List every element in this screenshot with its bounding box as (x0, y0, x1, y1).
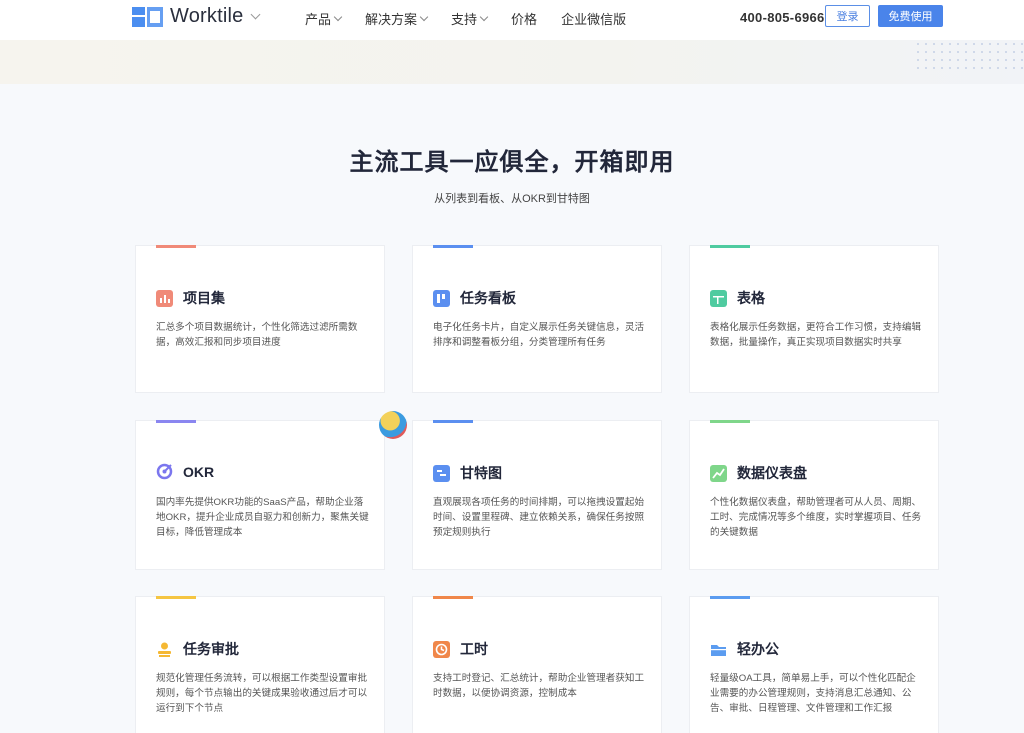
card-accent-bar (156, 420, 196, 423)
nav-item-label: 价格 (511, 12, 538, 27)
card-accent-bar (156, 245, 196, 248)
card-description: 国内率先提供OKR功能的SaaS产品，帮助企业落地OKR，提升企业成员自驱力和创… (156, 497, 369, 538)
card-accent-bar (710, 245, 750, 248)
feature-card-light-office[interactable]: 轻办公 轻量级OA工具，简单易上手，可以个性化匹配企业需要的办公管理规则，支持消… (689, 596, 939, 733)
section-title: 主流工具一应俱全，开箱即用 (349, 149, 675, 176)
nav-item-label: 支持 (451, 12, 478, 27)
card-description: 电子化任务卡片，自定义展示任务关键信息，灵活排序和调整看板分组，分类管理所有任务 (433, 322, 645, 348)
card-title: 工时 (460, 641, 488, 657)
chevron-down-icon (419, 12, 429, 21)
nav-item-solutions[interactable]: 解决方案 (365, 9, 429, 28)
card-description: 个性化数据仪表盘，帮助管理者可从人员、周期、工时、完成情况等多个维度，实时掌握项… (710, 497, 922, 538)
gantt-icon (433, 464, 450, 482)
phone-number: 400-805-6966 (740, 10, 825, 25)
approval-icon (156, 641, 173, 658)
card-description: 直观展现各项任务的时间排期，可以拖拽设置起始时间、设置里程碑、建立依赖关系，确保… (433, 497, 645, 538)
card-accent-bar (710, 596, 750, 599)
feature-card-table[interactable]: 表格 表格化展示任务数据，更符合工作习惯，支持编辑数据，批量操作，真正实现项目数… (689, 245, 939, 393)
card-accent-bar (433, 420, 473, 423)
nav-item-label: 产品 (305, 12, 332, 27)
okr-icon (156, 463, 173, 480)
nav-item-wechat-edition[interactable]: 企业微信版 (561, 9, 626, 28)
hero-banner-bottom (0, 40, 1024, 84)
card-description: 表格化展示任务数据，更符合工作习惯，支持编辑数据，批量操作，真正实现项目数据实时… (710, 322, 922, 348)
nav-item-support[interactable]: 支持 (451, 9, 489, 28)
feature-card-okr[interactable]: OKR 国内率先提供OKR功能的SaaS产品，帮助企业落地OKR，提升企业成员自… (135, 420, 385, 570)
kanban-icon (433, 289, 450, 307)
card-description: 轻量级OA工具，简单易上手，可以个性化匹配企业需要的办公管理规则，支持消息汇总通… (710, 673, 916, 714)
chevron-down-icon[interactable] (251, 9, 261, 19)
feature-card-kanban[interactable]: 任务看板 电子化任务卡片，自定义展示任务关键信息，灵活排序和调整看板分组，分类管… (412, 245, 662, 393)
card-accent-bar (156, 596, 196, 599)
top-navbar: Worktile 产品 解决方案 支持 价格 企业微信版 400-805-696… (0, 0, 1024, 40)
feature-card-approval[interactable]: 任务审批 规范化管理任务流转，可以根据工作类型设置审批规则，每个节点输出的关键成… (135, 596, 385, 733)
feature-card-project-set[interactable]: 项目集 汇总多个项目数据统计，个性化筛选过滤所需数据，高效汇报和同步项目进度 (135, 245, 385, 393)
free-trial-button[interactable]: 免费使用 (878, 5, 943, 27)
dot-pattern-decoration (914, 40, 1024, 70)
card-title: OKR (183, 463, 215, 480)
nav-item-product[interactable]: 产品 (305, 9, 343, 28)
chevron-down-icon (479, 12, 489, 21)
floating-mascot-icon[interactable] (379, 411, 407, 439)
clock-icon (433, 640, 450, 658)
card-title: 任务看板 (460, 290, 516, 306)
feature-card-dashboard[interactable]: 数据仪表盘 个性化数据仪表盘，帮助管理者可从人员、周期、工时、完成情况等多个维度… (689, 420, 939, 570)
card-title: 表格 (737, 290, 765, 306)
dashboard-icon (710, 464, 727, 482)
main-nav: 产品 解决方案 支持 价格 企业微信版 (305, 9, 650, 28)
project-set-icon (156, 289, 173, 307)
feature-card-timesheet[interactable]: 工时 支持工时登记、汇总统计，帮助企业管理者获知工时数据，以便协调资源，控制成本 (412, 596, 662, 733)
card-accent-bar (710, 420, 750, 423)
feature-card-gantt[interactable]: 甘特图 直观展现各项任务的时间排期，可以拖拽设置起始时间、设置里程碑、建立依赖关… (412, 420, 662, 570)
card-title: 项目集 (183, 290, 225, 306)
card-title: 轻办公 (737, 641, 779, 657)
card-title: 甘特图 (460, 465, 502, 481)
nav-item-label: 企业微信版 (561, 12, 627, 27)
card-accent-bar (433, 596, 473, 599)
card-title: 任务审批 (183, 641, 239, 657)
folder-icon (710, 641, 727, 658)
chevron-down-icon (333, 12, 343, 21)
brand-logo[interactable]: Worktile (132, 5, 261, 28)
card-title: 数据仪表盘 (737, 465, 807, 481)
brand-name: Worktile (170, 5, 244, 27)
card-description: 规范化管理任务流转，可以根据工作类型设置审批规则，每个节点输出的关键成果验收通过… (156, 673, 368, 714)
worktile-logo-icon (132, 6, 163, 27)
card-description: 汇总多个项目数据统计，个性化筛选过滤所需数据，高效汇报和同步项目进度 (156, 322, 358, 348)
section-subtitle: 从列表到看板、从OKR到甘特图 (434, 193, 590, 205)
nav-item-pricing[interactable]: 价格 (511, 9, 537, 28)
table-icon (710, 289, 727, 307)
card-accent-bar (433, 245, 473, 248)
nav-item-label: 解决方案 (365, 12, 418, 27)
card-description: 支持工时登记、汇总统计，帮助企业管理者获知工时数据，以便协调资源，控制成本 (433, 673, 645, 699)
login-button[interactable]: 登录 (825, 5, 870, 27)
